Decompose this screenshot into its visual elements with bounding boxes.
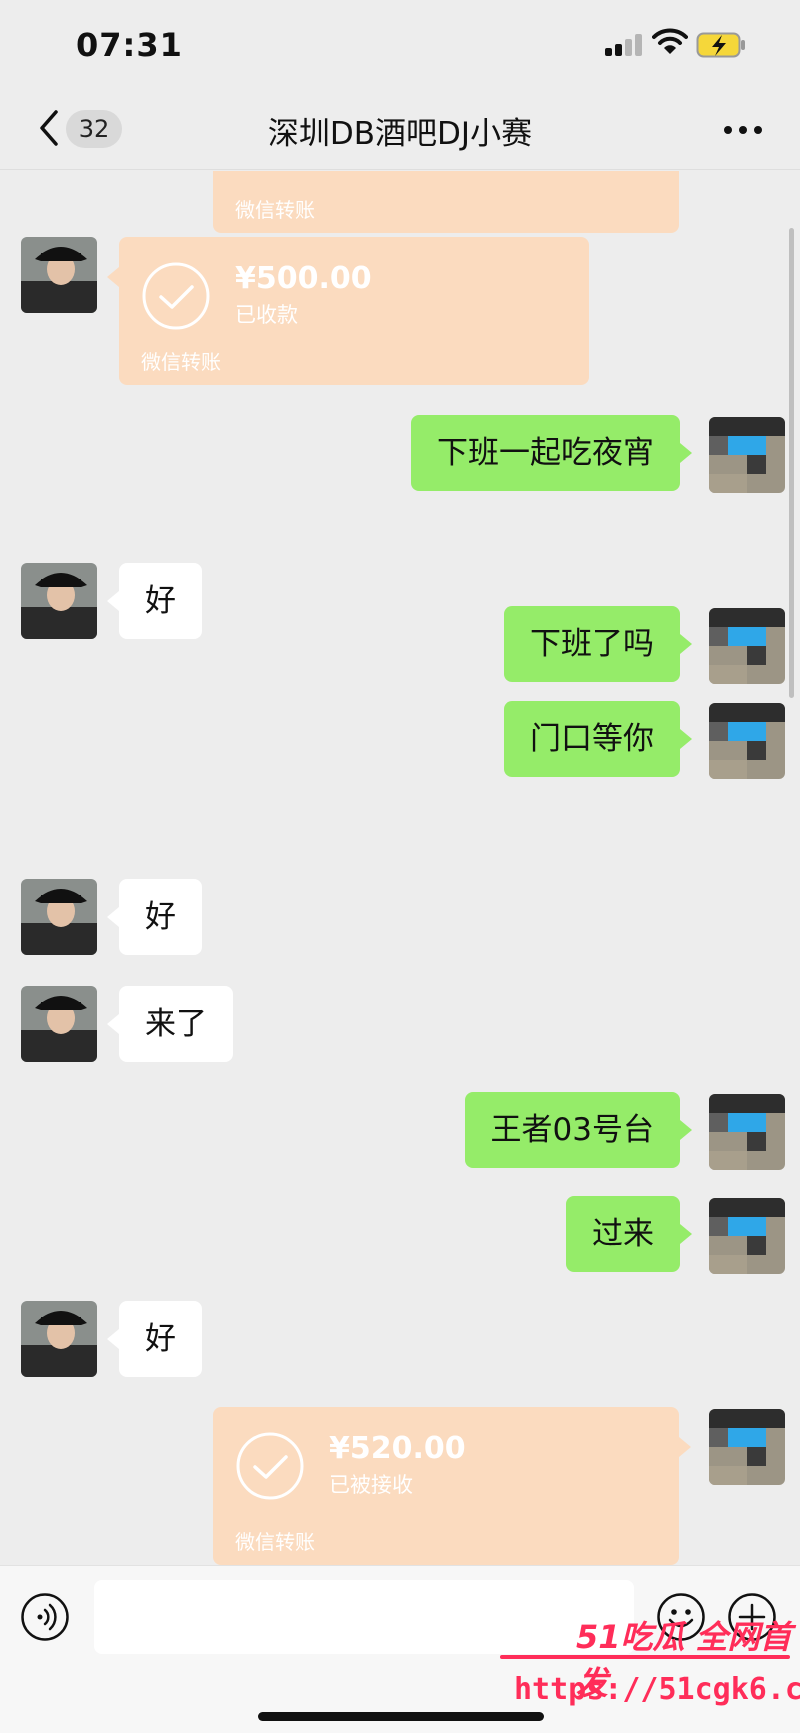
transfer-amount: ¥520.00 bbox=[329, 1431, 466, 1466]
transfer-label: 微信转账 bbox=[235, 1530, 315, 1554]
message-bubble-out[interactable]: 过来 bbox=[566, 1196, 692, 1272]
voice-icon[interactable] bbox=[20, 1592, 70, 1642]
more-icon[interactable] bbox=[724, 126, 764, 136]
transfer-status: 已收款 bbox=[235, 303, 298, 327]
avatar[interactable] bbox=[709, 1409, 785, 1485]
watermark-url: https://51cgk6.com bbox=[514, 1672, 800, 1707]
transfer-amount: ¥500.00 bbox=[235, 261, 372, 296]
chat-title: 深圳DB酒吧DJ小赛 bbox=[267, 116, 533, 152]
message-bubble-out[interactable]: 王者03号台 bbox=[464, 1092, 693, 1168]
check-circle-icon bbox=[236, 1432, 304, 1500]
message-input[interactable] bbox=[94, 1580, 634, 1654]
avatar[interactable] bbox=[21, 986, 97, 1062]
battery-icon bbox=[696, 32, 745, 58]
avatar[interactable] bbox=[21, 563, 97, 639]
avatar[interactable] bbox=[709, 417, 785, 493]
transfer-message[interactable]: ¥500.00 已收款 微信转账 bbox=[107, 237, 589, 385]
transfer-message[interactable]: ¥520.00 已被接收 微信转账 bbox=[213, 1407, 691, 1565]
transfer-status: 已被接收 bbox=[329, 1473, 413, 1497]
message-bubble-in[interactable]: 好 bbox=[107, 563, 202, 639]
message-bubble-out[interactable]: 下班了吗 bbox=[504, 606, 692, 682]
avatar[interactable] bbox=[21, 1301, 97, 1377]
transfer-label: 微信转账 bbox=[141, 350, 221, 374]
watermark-divider bbox=[500, 1655, 790, 1659]
message-bubble-out[interactable]: 门口等你 bbox=[504, 701, 692, 777]
status-time: 07:31 bbox=[76, 26, 183, 64]
message-bubble-in[interactable]: 好 bbox=[107, 1301, 202, 1377]
scrollbar[interactable] bbox=[789, 228, 794, 698]
home-indicator[interactable] bbox=[258, 1712, 544, 1721]
transfer-message[interactable]: 微信转账 bbox=[213, 171, 679, 233]
avatar[interactable] bbox=[21, 237, 97, 313]
avatar[interactable] bbox=[709, 608, 785, 684]
message-bubble-in[interactable]: 好 bbox=[107, 879, 202, 955]
avatar[interactable] bbox=[709, 1094, 785, 1170]
avatar[interactable] bbox=[709, 1198, 785, 1274]
avatar[interactable] bbox=[709, 703, 785, 779]
message-list[interactable]: 微信转账 ¥500.00 已收款 微信转账 下班一起吃夜宵 好 下班了吗 门口等… bbox=[0, 171, 800, 1565]
message-bubble-out[interactable]: 下班一起吃夜宵 bbox=[411, 415, 692, 491]
avatar[interactable] bbox=[21, 879, 97, 955]
nav-bar: 32 深圳DB酒吧DJ小赛 bbox=[0, 90, 800, 170]
message-bubble-in[interactable]: 来了 bbox=[107, 986, 233, 1062]
signal-icon bbox=[605, 34, 643, 56]
status-bar: 07:31 bbox=[0, 0, 800, 90]
transfer-label: 微信转账 bbox=[235, 198, 315, 222]
wifi-icon bbox=[652, 28, 688, 54]
check-circle-icon bbox=[142, 262, 210, 330]
